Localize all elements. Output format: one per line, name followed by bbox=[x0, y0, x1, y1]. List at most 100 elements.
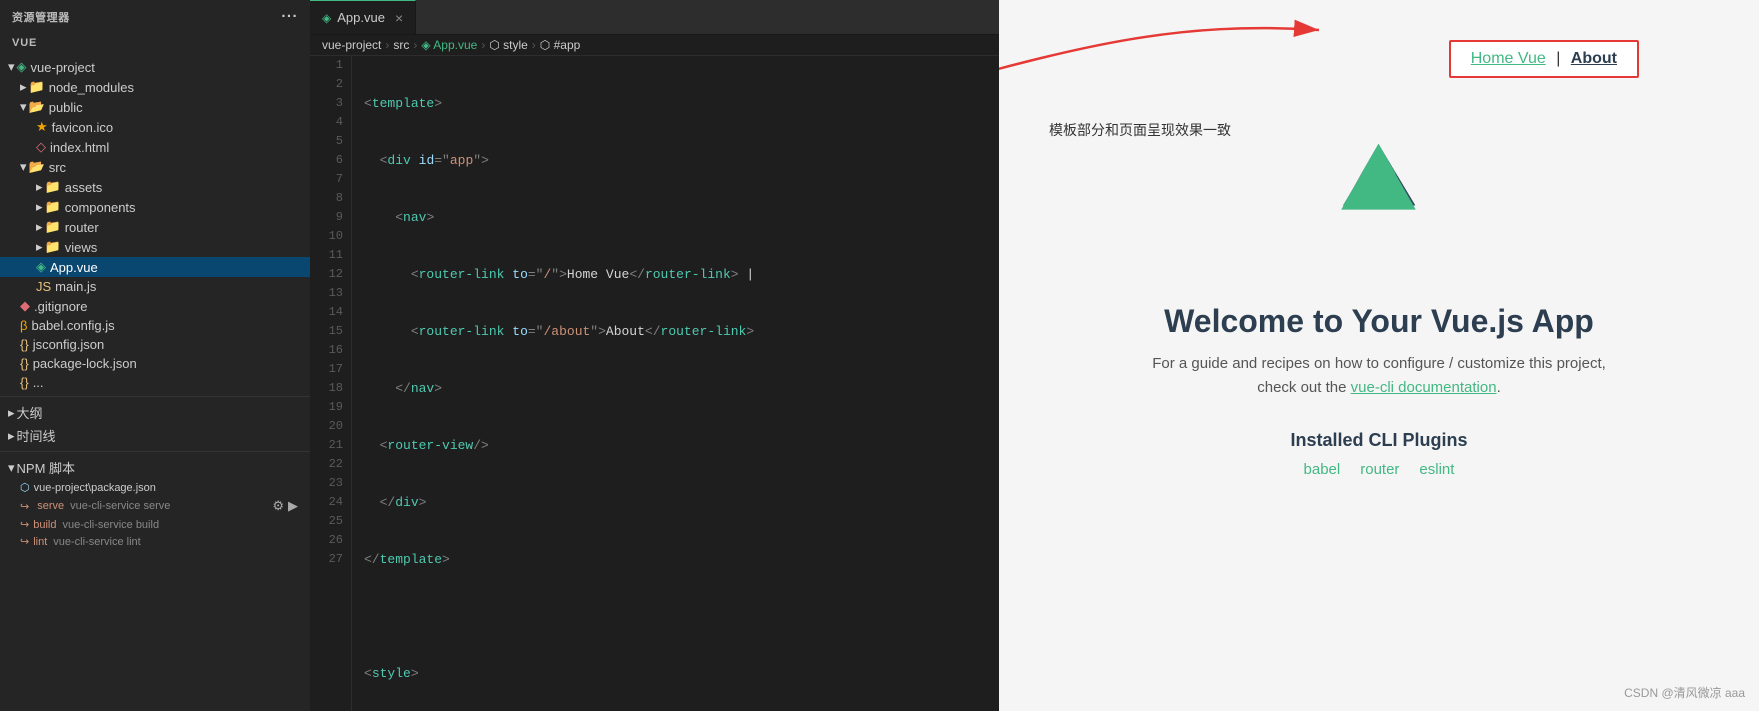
code-line-1: <template> bbox=[364, 94, 987, 113]
code-editor[interactable]: 12345 678910 1112131415 1617181920 21222… bbox=[310, 56, 999, 711]
tab-close-button[interactable]: × bbox=[395, 10, 403, 26]
settings-icon[interactable]: ⚙ bbox=[272, 498, 284, 514]
outline-label: 大纲 bbox=[17, 403, 310, 422]
sidebar-timeline-section[interactable]: ▸ 时间线 bbox=[0, 424, 310, 447]
npm-package-name: vue-project\package.json bbox=[34, 482, 156, 494]
code-line-7: <router-view/> bbox=[364, 436, 987, 455]
folder-icon: 📁 bbox=[45, 239, 61, 255]
folder-icon: 📁 bbox=[29, 79, 45, 95]
vue-section-label: VUE bbox=[0, 33, 310, 53]
wrench-icon: ↪ bbox=[20, 518, 29, 531]
sidebar-item-router[interactable]: ▸ 📁 router bbox=[0, 217, 310, 237]
npm-serve-cmd: vue-cli-service serve bbox=[70, 500, 170, 512]
sidebar-item-label: babel.config.js bbox=[31, 318, 310, 333]
folder-open-icon: 📂 bbox=[29, 159, 45, 175]
sidebar-item-src[interactable]: ▾ 📂 src bbox=[0, 157, 310, 177]
sidebar-more-button[interactable]: ··· bbox=[281, 8, 298, 25]
code-line-2: <div id="app"> bbox=[364, 151, 987, 170]
sidebar-item-package-lock[interactable]: {} package-lock.json bbox=[0, 354, 310, 373]
sidebar-item-main-js[interactable]: JS main.js bbox=[0, 277, 310, 296]
vue-logo bbox=[1304, 138, 1454, 273]
npm-script-lint[interactable]: ↪ lint vue-cli-service lint bbox=[0, 533, 310, 550]
chevron-down-icon: ▾ bbox=[8, 59, 15, 75]
npm-serve-label: serve bbox=[37, 500, 64, 512]
sidebar-item-public[interactable]: ▾ 📂 public bbox=[0, 97, 310, 117]
sidebar-item-package-json[interactable]: {} ... bbox=[0, 373, 310, 392]
babel-icon: β bbox=[20, 318, 27, 333]
git-icon: ◆ bbox=[20, 298, 30, 314]
tab-app-vue[interactable]: ◈ App.vue × bbox=[310, 0, 416, 34]
bc-app-id: ⬡ #app bbox=[540, 38, 581, 52]
desc-line1: For a guide and recipes on how to config… bbox=[1152, 355, 1606, 372]
npm-script-serve[interactable]: ↪ serve vue-cli-service serve ⚙ ▶ bbox=[0, 496, 310, 516]
favicon-icon: ★ bbox=[36, 119, 48, 135]
plugin-eslint-link[interactable]: eslint bbox=[1419, 461, 1454, 478]
chevron-down-icon: ▾ bbox=[20, 159, 27, 175]
chevron-right-icon: ▸ bbox=[36, 199, 43, 215]
sidebar-item-index-html[interactable]: ◇ index.html bbox=[0, 137, 310, 157]
chevron-right-icon: ▸ bbox=[20, 79, 27, 95]
nav-about-link[interactable]: About bbox=[1571, 50, 1617, 67]
code-line-5: <router-link to="/about">About</router-l… bbox=[364, 322, 987, 341]
chevron-right-icon: ▸ bbox=[8, 405, 15, 421]
plugin-links: babel router eslint bbox=[1290, 461, 1467, 478]
run-icon[interactable]: ▶ bbox=[288, 498, 298, 514]
sidebar-item-label: assets bbox=[65, 180, 310, 195]
sidebar-item-label: App.vue bbox=[50, 260, 310, 275]
vue-cli-link[interactable]: vue-cli documentation bbox=[1351, 379, 1497, 396]
sidebar-item-favicon[interactable]: ★ favicon.ico bbox=[0, 117, 310, 137]
chevron-right-icon: ▸ bbox=[8, 428, 15, 444]
npm-build-cmd: vue-cli-service build bbox=[62, 519, 159, 531]
sidebar-item-label: public bbox=[49, 100, 310, 115]
sidebar-item-app-vue[interactable]: ◈ App.vue bbox=[0, 257, 310, 277]
sidebar-item-node-modules[interactable]: ▸ 📁 node_modules bbox=[0, 77, 310, 97]
sidebar-item-jsconfig[interactable]: {} jsconfig.json bbox=[0, 335, 310, 354]
sidebar-item-label: ... bbox=[33, 375, 310, 390]
serve-icon: ↪ bbox=[20, 500, 29, 513]
watermark: CSDN @清风微凉 aaa bbox=[1624, 684, 1745, 701]
sidebar-item-label: jsconfig.json bbox=[33, 337, 310, 352]
sidebar-item-assets[interactable]: ▸ 📁 assets bbox=[0, 177, 310, 197]
npm-lint-label: lint bbox=[33, 536, 47, 548]
npm-build-label: build bbox=[33, 519, 56, 531]
vue-file-icon: ◈ bbox=[36, 259, 46, 275]
sidebar-npm-section[interactable]: ▾ NPM 脚本 bbox=[0, 456, 310, 479]
sidebar-outline-section[interactable]: ▸ 大纲 bbox=[0, 401, 310, 424]
sidebar-item-babel-config[interactable]: β babel.config.js bbox=[0, 316, 310, 335]
nav-home-link[interactable]: Home Vue bbox=[1471, 50, 1546, 67]
editor-panel: ◈ App.vue × vue-project › src › ◈ App.vu… bbox=[310, 0, 999, 711]
npm-package-item[interactable]: ⬡ vue-project\package.json bbox=[0, 479, 310, 496]
sidebar-item-label: components bbox=[65, 200, 310, 215]
npm-script-build[interactable]: ↪ build vue-cli-service build bbox=[0, 516, 310, 533]
plugin-router-link[interactable]: router bbox=[1360, 461, 1399, 478]
npm-label: NPM 脚本 bbox=[17, 458, 310, 477]
code-line-3: <nav> bbox=[364, 208, 987, 227]
chevron-down-icon: ▾ bbox=[20, 99, 27, 115]
sidebar-item-label: favicon.ico bbox=[52, 120, 310, 135]
sidebar-item-gitignore[interactable]: ◆ .gitignore bbox=[0, 296, 310, 316]
sidebar-item-label: main.js bbox=[55, 279, 310, 294]
code-line-4: <router-link to="/">Home Vue</router-lin… bbox=[364, 265, 987, 284]
plugin-babel-link[interactable]: babel bbox=[1304, 461, 1341, 478]
chevron-right-icon: ▸ bbox=[36, 239, 43, 255]
code-content[interactable]: <template> <div id="app"> <nav> <router-… bbox=[352, 56, 999, 711]
sidebar-item-label: node_modules bbox=[49, 80, 310, 95]
sidebar-item-label: package-lock.json bbox=[33, 356, 310, 371]
chevron-down-icon: ▾ bbox=[8, 460, 15, 476]
npm-lint-cmd: vue-cli-service lint bbox=[53, 536, 140, 548]
sidebar-item-components[interactable]: ▸ 📁 components bbox=[0, 197, 310, 217]
folder-icon: 📁 bbox=[45, 219, 61, 235]
html-icon: ◇ bbox=[36, 139, 46, 155]
sidebar-item-vue-project[interactable]: ▾ ◈ vue-project bbox=[0, 57, 310, 77]
breadcrumb: vue-project › src › ◈ App.vue › ⬡ style … bbox=[310, 35, 999, 56]
folder-open-icon: 📂 bbox=[29, 99, 45, 115]
bc-src: src bbox=[393, 38, 409, 52]
preview-panel: Home Vue | About 模板部分和页面呈现效果一致 bbox=[999, 0, 1759, 711]
sidebar-item-label: views bbox=[65, 240, 310, 255]
sidebar-item-views[interactable]: ▸ 📁 views bbox=[0, 237, 310, 257]
sidebar-item-label: .gitignore bbox=[34, 299, 310, 314]
sidebar-header: 资源管理器 ··· bbox=[0, 0, 310, 33]
preview-desc: For a guide and recipes on how to config… bbox=[1152, 352, 1606, 400]
json-icon: {} bbox=[20, 337, 29, 352]
desc-end: . bbox=[1497, 379, 1501, 396]
